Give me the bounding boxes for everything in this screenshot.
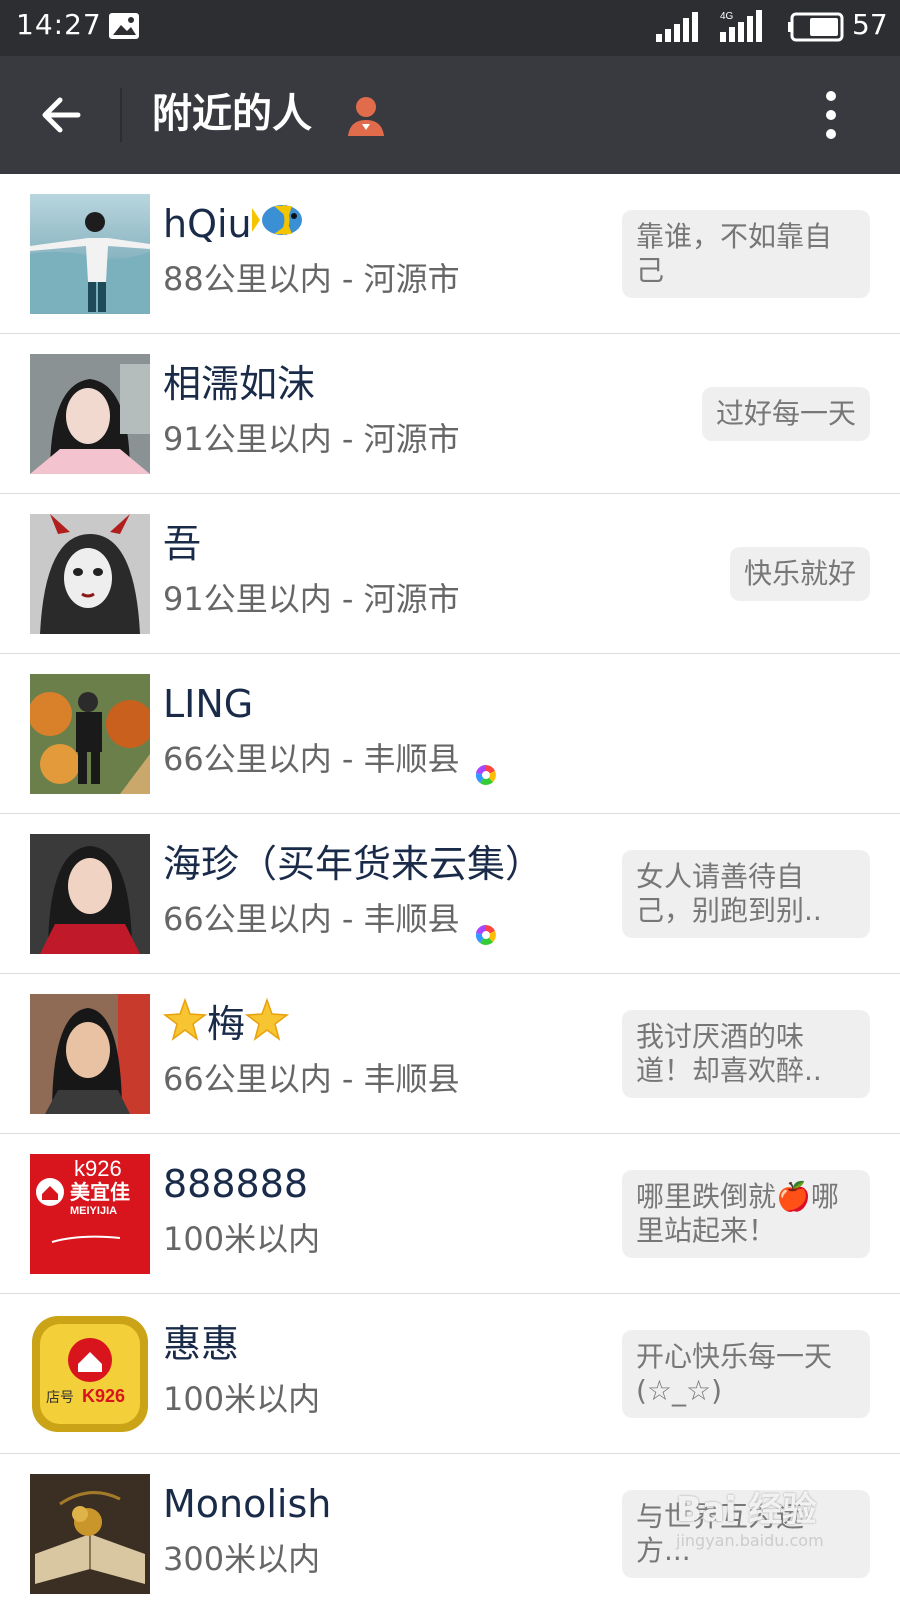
signature-bubble: 我讨厌酒的味道！却喜欢醉.. (622, 1009, 870, 1098)
cellular-signal-icon: 4G (720, 10, 774, 42)
status-time: 14:27 (16, 8, 102, 41)
distance-label: 100米以内 (163, 1380, 321, 1418)
list-item[interactable]: 梅 66公里以内 - 丰顺县 我讨厌酒的味道！却喜欢醉.. (0, 974, 900, 1134)
avatar[interactable] (30, 994, 150, 1114)
avatar-text: k926 (74, 1156, 122, 1181)
more-options-button[interactable] (806, 80, 856, 150)
avatar-text: MEIYIJIA (70, 1205, 117, 1217)
avatar[interactable]: 店号 K926 (30, 1314, 150, 1434)
list-item[interactable]: 相濡如沫 91公里以内 - 河源市 过好每一天 (0, 334, 900, 494)
avatar[interactable] (30, 1474, 150, 1594)
toolbar-divider (120, 88, 122, 142)
signature-bubble: 靠谁，不如靠自己 (622, 209, 870, 298)
nearby-people-list: hQiu 88公里以内 - 河源市 靠谁，不如靠自己 相濡如沫 91公里以内 -… (0, 174, 900, 1600)
fish-icon (251, 198, 312, 255)
watermark: Bai 经验 jingyan.baidu.com (676, 1490, 824, 1550)
svg-text:4G: 4G (720, 11, 734, 22)
distance-label: 91公里以内 - 河源市 (163, 580, 460, 618)
person-name: 梅 (162, 997, 290, 1055)
person-name: 吾 (163, 522, 202, 566)
back-button[interactable] (30, 80, 100, 150)
list-item[interactable]: k926 美宜佳 MEIYIJIA 888888 100米以内 哪里跌倒就🍎哪里站起… (0, 1134, 900, 1294)
colorful-dot-icon (475, 911, 496, 945)
distance-label: 66公里以内 - 丰顺县 (163, 736, 496, 785)
distance-label: 88公里以内 - 河源市 (163, 260, 460, 298)
avatar[interactable] (30, 514, 150, 634)
status-bar: 14:27 4G 57 (0, 0, 900, 56)
person-name: hQiu (163, 198, 312, 255)
list-item[interactable]: 吾 91公里以内 - 河源市 快乐就好 (0, 494, 900, 654)
list-item[interactable]: 店号 K926 惠惠 100米以内 开心快乐每一天(☆_☆) (0, 1294, 900, 1454)
battery-level: 57 (852, 8, 888, 41)
distance-label: 91公里以内 - 河源市 (163, 420, 460, 458)
signature-bubble: 哪里跌倒就🍎哪里站起来！ (622, 1169, 870, 1258)
avatar-text: 美宜佳 (70, 1180, 130, 1204)
colorful-dot-icon (475, 751, 496, 785)
person-name: LING (163, 682, 254, 726)
star-icon (162, 997, 208, 1055)
avatar[interactable] (30, 194, 150, 314)
person-name: Monolish (163, 1482, 332, 1526)
avatar[interactable] (30, 354, 150, 474)
signature-bubble: 开心快乐每一天(☆_☆) (622, 1329, 870, 1418)
back-arrow-icon (42, 97, 81, 133)
distance-label: 66公里以内 - 丰顺县 (163, 896, 496, 945)
person-name: 海珍（买年货来云集） (163, 842, 544, 886)
person-icon[interactable] (346, 94, 386, 138)
signature-bubble: 过好每一天 (701, 386, 870, 441)
distance-label: 100米以内 (163, 1220, 321, 1258)
star-icon (244, 997, 290, 1055)
toolbar: 附近的人 (0, 56, 900, 174)
avatar-text: K926 (82, 1386, 125, 1406)
list-item[interactable]: 海珍（买年货来云集） 66公里以内 - 丰顺县 女人请善待自己，别跑到别.. (0, 814, 900, 974)
gallery-icon (108, 12, 140, 40)
person-name: 惠惠 (163, 1322, 240, 1366)
wifi-signal-icon (656, 12, 702, 42)
signature-bubble: 女人请善待自己，别跑到别.. (622, 849, 870, 938)
distance-label: 300米以内 (163, 1540, 321, 1578)
distance-label: 66公里以内 - 丰顺县 (163, 1060, 460, 1098)
page-title: 附近的人 (152, 91, 312, 137)
more-vertical-icon (826, 91, 836, 139)
person-name: 888888 (163, 1162, 309, 1206)
signature-bubble: 快乐就好 (729, 546, 870, 601)
list-item[interactable]: LING 66公里以内 - 丰顺县 (0, 654, 900, 814)
avatar[interactable] (30, 674, 150, 794)
avatar-text: 店号 (46, 1390, 74, 1406)
avatar[interactable]: k926 美宜佳 MEIYIJIA (30, 1154, 150, 1274)
list-item[interactable]: hQiu 88公里以内 - 河源市 靠谁，不如靠自己 (0, 174, 900, 334)
avatar[interactable] (30, 834, 150, 954)
person-name: 相濡如沫 (163, 362, 316, 406)
battery-icon (788, 12, 846, 42)
